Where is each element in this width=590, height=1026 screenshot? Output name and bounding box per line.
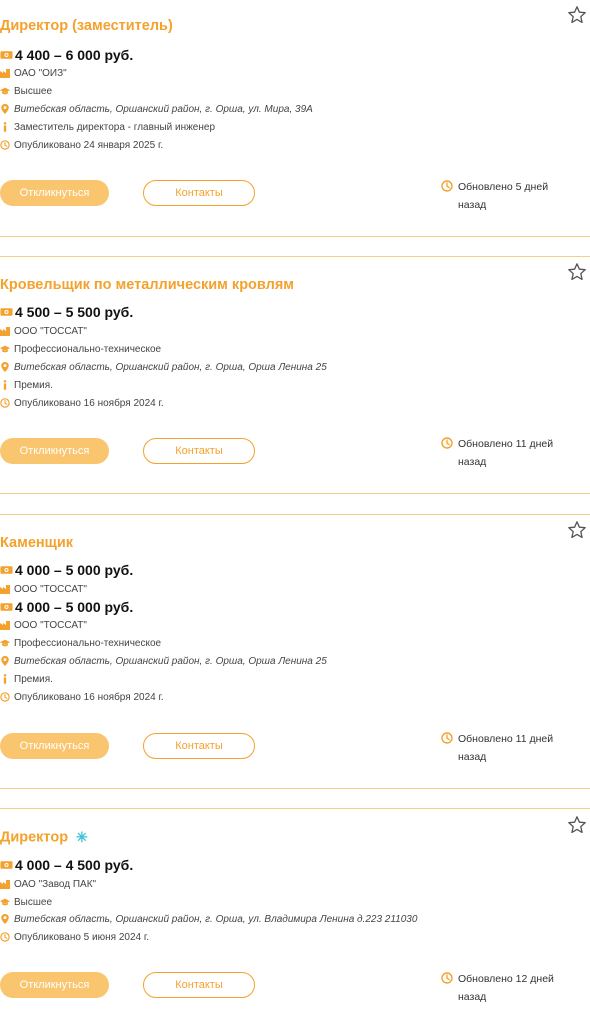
sparkle-icon: ✳ — [76, 829, 88, 845]
address: Витебская область, Оршанский район, г. О… — [0, 653, 327, 669]
money-icon — [0, 50, 13, 60]
info-icon — [0, 380, 10, 390]
education: Высшее — [0, 894, 52, 910]
vacancy-card: Каменщик 4 000 – 5 000 руб. ООО "ТОССАТ"… — [0, 515, 590, 788]
salary-duplicate: 4 000 – 5 000 руб. — [0, 598, 133, 616]
map-pin-icon — [0, 362, 10, 372]
company: ООО "ТОССАТ" — [0, 581, 87, 597]
contacts-button[interactable]: Контакты — [143, 438, 255, 464]
money-icon — [0, 307, 13, 317]
clock-icon — [0, 398, 10, 408]
contacts-button[interactable]: Контакты — [143, 972, 255, 998]
company: ООО "ТОССАТ" — [0, 323, 87, 339]
money-icon — [0, 602, 13, 612]
salary: 4 000 – 5 000 руб. — [0, 561, 133, 579]
map-pin-icon — [0, 656, 10, 666]
apply-button[interactable]: Откликнуться — [0, 733, 109, 759]
salary: 4 400 – 6 000 руб. — [0, 46, 133, 64]
vacancy-title[interactable]: Директор ✳ — [0, 829, 88, 846]
address: Витебская область, Оршанский район, г. О… — [0, 359, 327, 375]
contacts-button[interactable]: Контакты — [143, 733, 255, 759]
factory-icon — [0, 879, 10, 889]
vacancy-card: Директор (заместитель) 4 400 – 6 000 руб… — [0, 0, 590, 236]
published-date: Опубликовано 16 ноября 2024 г. — [0, 689, 164, 705]
star-icon[interactable] — [567, 5, 587, 25]
map-pin-icon — [0, 914, 10, 924]
vacancy-title[interactable]: Директор (заместитель) — [0, 18, 173, 34]
graduation-cap-icon — [0, 638, 10, 648]
apply-button[interactable]: Откликнуться — [0, 438, 109, 464]
star-icon[interactable] — [567, 815, 587, 835]
factory-icon — [0, 326, 10, 336]
graduation-cap-icon — [0, 344, 10, 354]
star-icon[interactable] — [567, 262, 587, 282]
extra-info: Премия. — [0, 377, 53, 393]
money-icon — [0, 860, 13, 870]
info-icon — [0, 674, 10, 684]
published-date: Опубликовано 16 ноября 2024 г. — [0, 395, 164, 411]
divider — [0, 493, 590, 494]
map-pin-icon — [0, 104, 10, 114]
extra-info: Заместитель директора - главный инженер — [0, 119, 215, 135]
contacts-button[interactable]: Контакты — [143, 180, 255, 206]
vacancy-card: Директор ✳ 4 000 – 4 500 руб. ОАО "Завод … — [0, 809, 590, 1026]
info-icon — [0, 122, 10, 132]
education: Профессионально-техническое — [0, 635, 161, 651]
vacancy-title[interactable]: Кровельщик по металлическим кровлям — [0, 277, 294, 293]
company: ОАО "Завод ПАК" — [0, 876, 96, 892]
clock-icon — [441, 732, 453, 744]
published-date: Опубликовано 24 января 2025 г. — [0, 137, 163, 153]
divider — [0, 788, 590, 789]
company-duplicate: ООО "ТОССАТ" — [0, 617, 87, 633]
clock-icon — [0, 932, 10, 942]
address: Витебская область, Оршанский район, г. О… — [0, 911, 417, 927]
money-icon — [0, 565, 13, 575]
extra-info: Премия. — [0, 671, 53, 687]
clock-icon — [0, 692, 10, 702]
factory-icon — [0, 68, 10, 78]
divider — [0, 236, 590, 237]
published-date: Опубликовано 5 июня 2024 г. — [0, 929, 149, 945]
clock-icon — [441, 437, 453, 449]
clock-icon — [0, 140, 10, 150]
star-icon[interactable] — [567, 520, 587, 540]
graduation-cap-icon — [0, 897, 10, 907]
clock-icon — [441, 972, 453, 984]
apply-button[interactable]: Откликнуться — [0, 972, 109, 998]
clock-icon — [441, 180, 453, 192]
graduation-cap-icon — [0, 86, 10, 96]
vacancy-title[interactable]: Каменщик — [0, 535, 73, 551]
salary: 4 000 – 4 500 руб. — [0, 856, 133, 874]
apply-button[interactable]: Откликнуться — [0, 180, 109, 206]
education: Профессионально-техническое — [0, 341, 161, 357]
address: Витебская область, Оршанский район, г. О… — [0, 101, 313, 117]
factory-icon — [0, 620, 10, 630]
vacancy-card: Кровельщик по металлическим кровлям 4 50… — [0, 257, 590, 493]
factory-icon — [0, 584, 10, 594]
salary: 4 500 – 5 500 руб. — [0, 303, 133, 321]
education: Высшее — [0, 83, 52, 99]
company: ОАО "ОИЗ" — [0, 65, 67, 81]
